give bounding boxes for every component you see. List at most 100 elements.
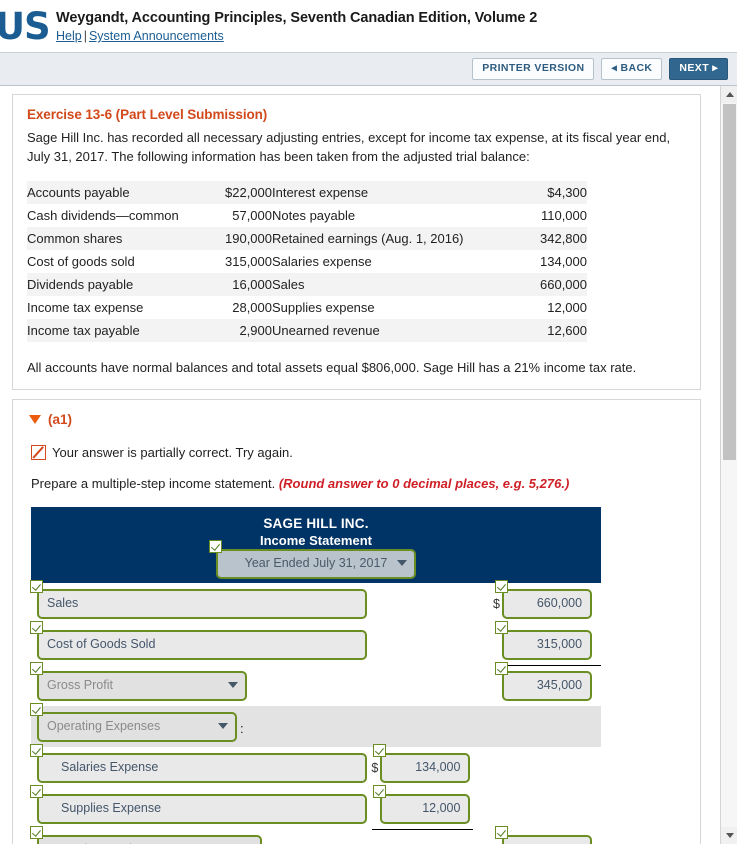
row-label-cell: Sales — [30, 579, 373, 619]
gross-profit-selectbox[interactable]: Gross Profit — [37, 670, 247, 701]
row-label-cell: Total Operating Expenses — [30, 825, 373, 844]
row-label-cell: Operating Expenses : — [30, 702, 373, 742]
account-label-left: Income tax payable — [27, 318, 202, 342]
account-amount-right: 660,000 — [463, 272, 587, 296]
account-amount-left: 16,000 — [202, 272, 272, 296]
sales-label-input[interactable]: Sales — [37, 588, 367, 619]
period-field-wrapper: Year Ended July 31, 2017 — [209, 539, 416, 579]
salaries-label-input[interactable]: Salaries Expense — [37, 752, 367, 783]
correct-check-icon — [495, 825, 509, 839]
part-a1-header[interactable]: (a1) — [23, 410, 686, 429]
vertical-scrollbar[interactable] — [720, 86, 737, 844]
scroll-down-arrow-icon[interactable] — [721, 827, 737, 844]
table-row: Common shares 190,000 Retained earnings (A… — [27, 226, 587, 250]
operating-expenses-select[interactable]: Operating Expenses — [37, 711, 237, 742]
account-amount-right: 12,000 — [547, 299, 587, 315]
row-mid-cell: $ 134,000 — [371, 743, 502, 783]
period-selectbox[interactable]: Year Ended July 31, 2017 — [216, 548, 416, 579]
gross-profit-value-input[interactable]: 345,000 — [502, 670, 593, 701]
header-links: Help | System Announcements — [56, 29, 537, 43]
total-opex-select[interactable]: Total Operating Expenses — [37, 834, 262, 844]
scroll-up-arrow-icon[interactable] — [721, 86, 737, 103]
operating-expenses-colon: : — [240, 720, 244, 736]
part-a1-panel: (a1) Your answer is partially correct. T… — [12, 398, 701, 844]
total-opex-value-input[interactable]: 146,000 — [502, 834, 593, 844]
account-label-left: Dividends payable — [27, 272, 202, 296]
account-label-right: Interest expense — [272, 180, 464, 204]
statement-header: SAGE HILL INC. Income Statement Year End… — [31, 506, 601, 583]
row-mid-cell — [373, 624, 502, 630]
next-button[interactable]: NEXT ▸ — [669, 58, 728, 80]
account-amount-right: 110,000 — [540, 207, 587, 223]
account-label-right: Salaries expense — [272, 253, 372, 269]
account-amount-right: $4,300 — [463, 180, 587, 204]
trial-balance-table: Accounts payable $22,000 Interest expense $… — [27, 180, 587, 342]
row-label-cell: Salaries Expense — [30, 743, 373, 783]
salaries-label-wrapper: Salaries Expense — [30, 743, 367, 783]
account-label-right: Supplies expense — [272, 299, 375, 315]
correct-check-icon — [30, 743, 43, 757]
scrollbar-thumb[interactable] — [723, 104, 736, 460]
statement-row-total-operating-expenses: Total Operating Expenses 146,000 — [30, 825, 601, 844]
correct-check-icon — [30, 620, 43, 634]
table-row: Accounts payable $22,000 Interest expense $… — [27, 180, 587, 204]
dollar-sign: $ — [371, 760, 379, 775]
logo-text: US — [0, 4, 51, 48]
account-amount-right: 12,600 — [463, 318, 587, 342]
supplies-label-input[interactable]: Supplies Expense — [37, 793, 367, 824]
sales-value-input[interactable]: 660,000 — [502, 588, 593, 619]
total-opex-label-wrapper: Total Operating Expenses — [30, 825, 262, 844]
cogs-label-input[interactable]: Cost of Goods Sold — [37, 629, 367, 660]
salaries-value-wrapper: 134,000 — [373, 743, 471, 783]
prompt-text: Prepare a multiple-step income statement… — [31, 475, 279, 491]
table-row: Income tax payable 2,900 Unearned revenue 1… — [27, 318, 587, 342]
gross-profit-select[interactable]: Gross Profit — [37, 670, 247, 701]
gross-profit-label-wrapper: Gross Profit — [30, 661, 247, 701]
help-link[interactable]: Help — [56, 29, 82, 43]
account-label-left: Cost of goods sold — [27, 253, 135, 269]
row-right-cell — [502, 788, 601, 794]
row-mid-cell — [373, 829, 502, 835]
prompt-hint: (Round answer to 0 decimal places, e.g. … — [278, 475, 570, 491]
correct-check-icon — [30, 579, 43, 593]
wileyplus-logo: US — [0, 0, 56, 52]
row-mid-cell: 12,000 — [373, 784, 502, 824]
printer-version-button[interactable]: PRINTER VERSION — [472, 58, 595, 80]
total-opex-selectbox[interactable]: Total Operating Expenses — [37, 834, 262, 844]
account-amount-left: 28,000 — [232, 299, 272, 315]
account-amount-left: 190,000 — [202, 226, 272, 250]
dollar-sign: $ — [493, 596, 500, 611]
supplies-label-wrapper: Supplies Expense — [30, 784, 367, 824]
table-row: Dividends payable 16,000 Sales 660,000 — [27, 272, 587, 296]
account-label-right: Notes payable — [272, 207, 356, 223]
content-scroll-area: Exercise 13-6 (Part Level Submission) Sa… — [0, 86, 737, 844]
sales-label-wrapper: Sales — [30, 579, 367, 619]
exercise-panel: Exercise 13-6 (Part Level Submission) Sa… — [12, 94, 701, 390]
collapse-triangle-icon[interactable] — [29, 414, 41, 424]
statement-company-name: SAGE HILL INC. — [263, 515, 369, 531]
account-amount-left: 2,900 — [202, 318, 272, 342]
back-button[interactable]: ◂ BACK — [601, 58, 663, 80]
table-row: Cost of goods sold 315,000 Salaries expens… — [27, 250, 587, 273]
correct-check-icon — [209, 539, 222, 553]
account-label-right: Unearned revenue — [272, 318, 464, 342]
operating-expenses-selectbox[interactable]: Operating Expenses — [37, 711, 237, 742]
period-select[interactable]: Year Ended July 31, 2017 — [216, 548, 416, 579]
cogs-label-wrapper: Cost of Goods Sold — [30, 620, 367, 660]
row-label-cell: Cost of Goods Sold — [30, 620, 373, 660]
system-announcements-link[interactable]: System Announcements — [89, 29, 224, 43]
link-separator: | — [83, 29, 87, 44]
account-amount-left: $22,000 — [202, 180, 272, 204]
cogs-value-input[interactable]: 315,000 — [502, 629, 593, 660]
account-label-left: Accounts payable — [27, 180, 202, 204]
supplies-value-input[interactable]: 12,000 — [380, 793, 471, 824]
correct-check-icon — [373, 784, 387, 798]
statement-row-cogs: Cost of Goods Sold 315,000 — [30, 620, 601, 665]
account-label-left: Income tax expense — [27, 299, 144, 315]
book-title: Weygandt, Accounting Principles, Seventh… — [56, 10, 538, 26]
account-amount-right: 342,800 — [463, 226, 587, 250]
statement-row-salaries-expense: Salaries Expense $ 134,000 — [30, 743, 601, 788]
account-label-left: Common shares — [27, 226, 202, 250]
salaries-value-input[interactable]: 134,000 — [380, 752, 471, 783]
row-right-cell: $ 660,000 — [493, 579, 601, 619]
